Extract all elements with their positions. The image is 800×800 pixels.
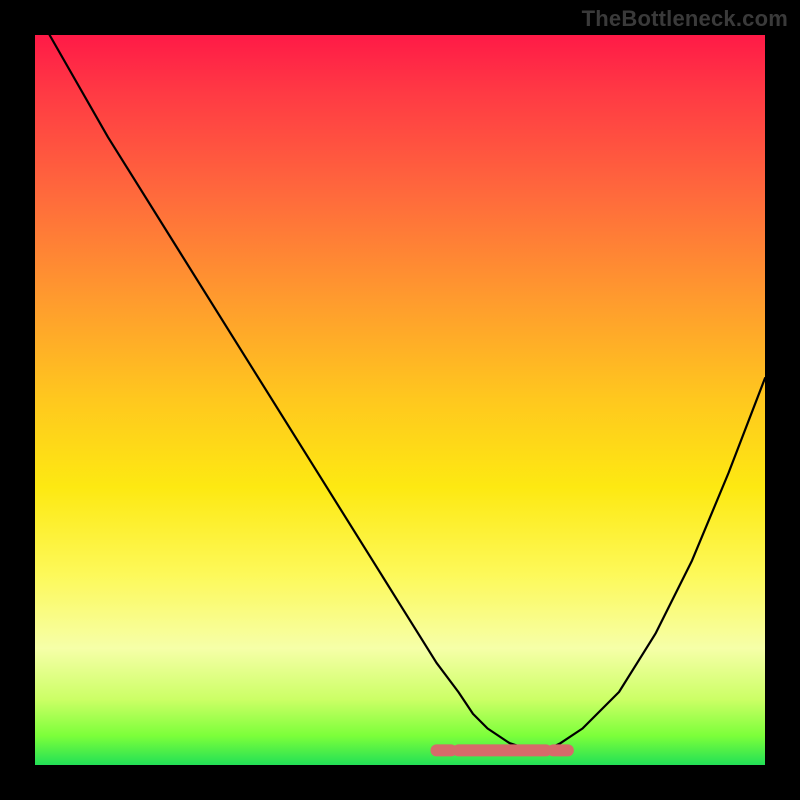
curve-path <box>50 35 765 750</box>
chart-frame: TheBottleneck.com <box>0 0 800 800</box>
plot-area <box>35 35 765 765</box>
chart-svg <box>35 35 765 765</box>
watermark-text: TheBottleneck.com <box>582 6 788 32</box>
